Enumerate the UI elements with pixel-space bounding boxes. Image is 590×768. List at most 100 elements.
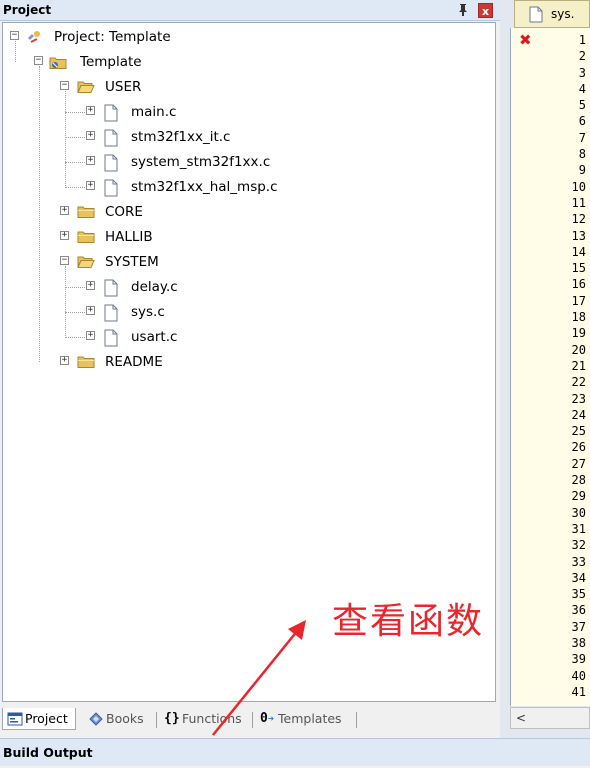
- line-number: 11: [571, 195, 586, 210]
- tree-node-label: usart.c: [131, 329, 178, 345]
- tree-node-label: main.c: [131, 104, 177, 120]
- tree-node-label: Template: [80, 54, 142, 70]
- file-icon: [529, 6, 543, 23]
- tree-guide-line: [15, 41, 16, 62]
- tab-label: Functions: [182, 711, 242, 726]
- line-number: 37: [571, 619, 586, 634]
- tree-node-label: USER: [105, 79, 142, 95]
- line-number: 26: [571, 440, 586, 455]
- line-number: 31: [571, 521, 586, 536]
- error-marker-icon: ✖: [519, 31, 532, 49]
- project-panel-header: Project x: [0, 0, 500, 21]
- tab-templates[interactable]: 0➜ Templates: [256, 708, 356, 730]
- tab-books[interactable]: Books: [84, 708, 154, 730]
- templates-icon: 0➜: [260, 711, 274, 726]
- project-icon: [7, 712, 23, 726]
- folder-icon: [77, 204, 95, 220]
- c-file-icon: [103, 104, 121, 122]
- line-number: 14: [571, 244, 586, 259]
- tree-guide-line: [65, 266, 66, 338]
- tree-target[interactable]: − Template: [3, 51, 493, 73]
- project-panel-title: Project: [3, 3, 52, 17]
- build-output-title: Build Output: [3, 745, 93, 760]
- tree-guide-line: [65, 137, 85, 138]
- tab-separator: [356, 712, 357, 728]
- tree-node-label: SYSTEM: [105, 254, 159, 270]
- tree-guide-line: [65, 112, 85, 113]
- line-number: 17: [571, 293, 586, 308]
- folder-icon: [77, 354, 95, 370]
- tree-guide-line: [65, 187, 85, 188]
- line-number: 10: [571, 179, 586, 194]
- line-number: 40: [571, 668, 586, 683]
- line-number: 2: [578, 49, 586, 64]
- line-number: 21: [571, 358, 586, 373]
- close-icon[interactable]: x: [478, 3, 493, 18]
- tree-node-label: system_stm32f1xx.c: [131, 154, 271, 170]
- tab-separator: [156, 712, 157, 728]
- collapse-toggle-icon[interactable]: −: [34, 56, 43, 65]
- line-number: 27: [571, 456, 586, 471]
- line-number: 8: [578, 147, 586, 162]
- line-number: 35: [571, 587, 586, 602]
- annotation-text: 查看函数: [332, 601, 485, 642]
- tree-guide-line: [65, 287, 85, 288]
- expand-toggle-icon[interactable]: +: [60, 206, 69, 215]
- c-file-icon: [103, 154, 121, 172]
- expand-toggle-icon[interactable]: +: [60, 231, 69, 240]
- tab-project[interactable]: Project: [2, 708, 76, 730]
- collapse-toggle-icon[interactable]: −: [60, 256, 69, 265]
- scroll-left-icon[interactable]: <: [513, 710, 529, 726]
- horizontal-scrollbar[interactable]: <: [510, 707, 590, 729]
- tree-node-label: delay.c: [131, 279, 178, 295]
- line-number: 33: [571, 554, 586, 569]
- folder-open-icon: [77, 79, 95, 95]
- line-number: 23: [571, 391, 586, 406]
- line-number: 1: [578, 33, 586, 47]
- line-number: 19: [571, 326, 586, 341]
- c-file-icon: [103, 304, 121, 322]
- expand-toggle-icon[interactable]: +: [86, 181, 95, 190]
- editor-pane: sys. ✖ 1 2 3 4 5 6 7 8 9 10 11 12 13 14 15 16 17 18 19 20 21…: [500, 0, 590, 738]
- project-root-icon: [25, 29, 43, 45]
- line-number: 18: [571, 310, 586, 325]
- c-file-icon: [103, 279, 121, 297]
- expand-toggle-icon[interactable]: +: [86, 131, 95, 140]
- tree-guide-line: [65, 337, 85, 338]
- tree-node-label: HALLIB: [105, 229, 153, 245]
- tree-group-core[interactable]: + CORE: [3, 201, 493, 223]
- breakpoint-margin[interactable]: [511, 28, 547, 706]
- expand-toggle-icon[interactable]: +: [86, 156, 95, 165]
- tree-node-label: Project: Template: [54, 29, 171, 45]
- tab-functions[interactable]: {} Functions: [160, 708, 252, 730]
- tree-group-readme[interactable]: + README: [3, 351, 493, 373]
- editor-file-tab[interactable]: sys.: [514, 0, 590, 28]
- tree-root-project[interactable]: − Project: Template: [3, 26, 493, 48]
- expand-toggle-icon[interactable]: +: [86, 331, 95, 340]
- line-number: 16: [571, 277, 586, 292]
- expand-toggle-icon[interactable]: +: [86, 281, 95, 290]
- functions-icon: {}: [164, 711, 180, 726]
- collapse-toggle-icon[interactable]: −: [60, 81, 69, 90]
- expand-toggle-icon[interactable]: +: [86, 306, 95, 315]
- line-number: 24: [571, 407, 586, 422]
- line-number: 4: [578, 81, 586, 96]
- line-number: 6: [578, 114, 586, 129]
- tree-group-user[interactable]: − USER: [3, 76, 493, 98]
- build-output-header: Build Output: [0, 738, 590, 766]
- collapse-toggle-icon[interactable]: −: [10, 31, 19, 40]
- tab-separator: [252, 712, 253, 728]
- pin-icon[interactable]: [455, 2, 471, 18]
- tree-group-hallib[interactable]: + HALLIB: [3, 226, 493, 248]
- expand-toggle-icon[interactable]: +: [86, 106, 95, 115]
- tree-group-system[interactable]: − SYSTEM: [3, 251, 493, 273]
- line-number: 20: [571, 342, 586, 357]
- line-number: 13: [571, 228, 586, 243]
- line-number: 36: [571, 603, 586, 618]
- expand-toggle-icon[interactable]: +: [60, 356, 69, 365]
- tree-node-label: sys.c: [131, 304, 165, 320]
- line-numbers: 1 2 3 4 5 6 7 8 9 10 11 12 13 14 15 16 17 18 19 20 21 22 23 24 2…: [572, 32, 586, 700]
- line-number: 15: [571, 261, 586, 276]
- line-number: 38: [571, 635, 586, 650]
- folder-icon: [77, 229, 95, 245]
